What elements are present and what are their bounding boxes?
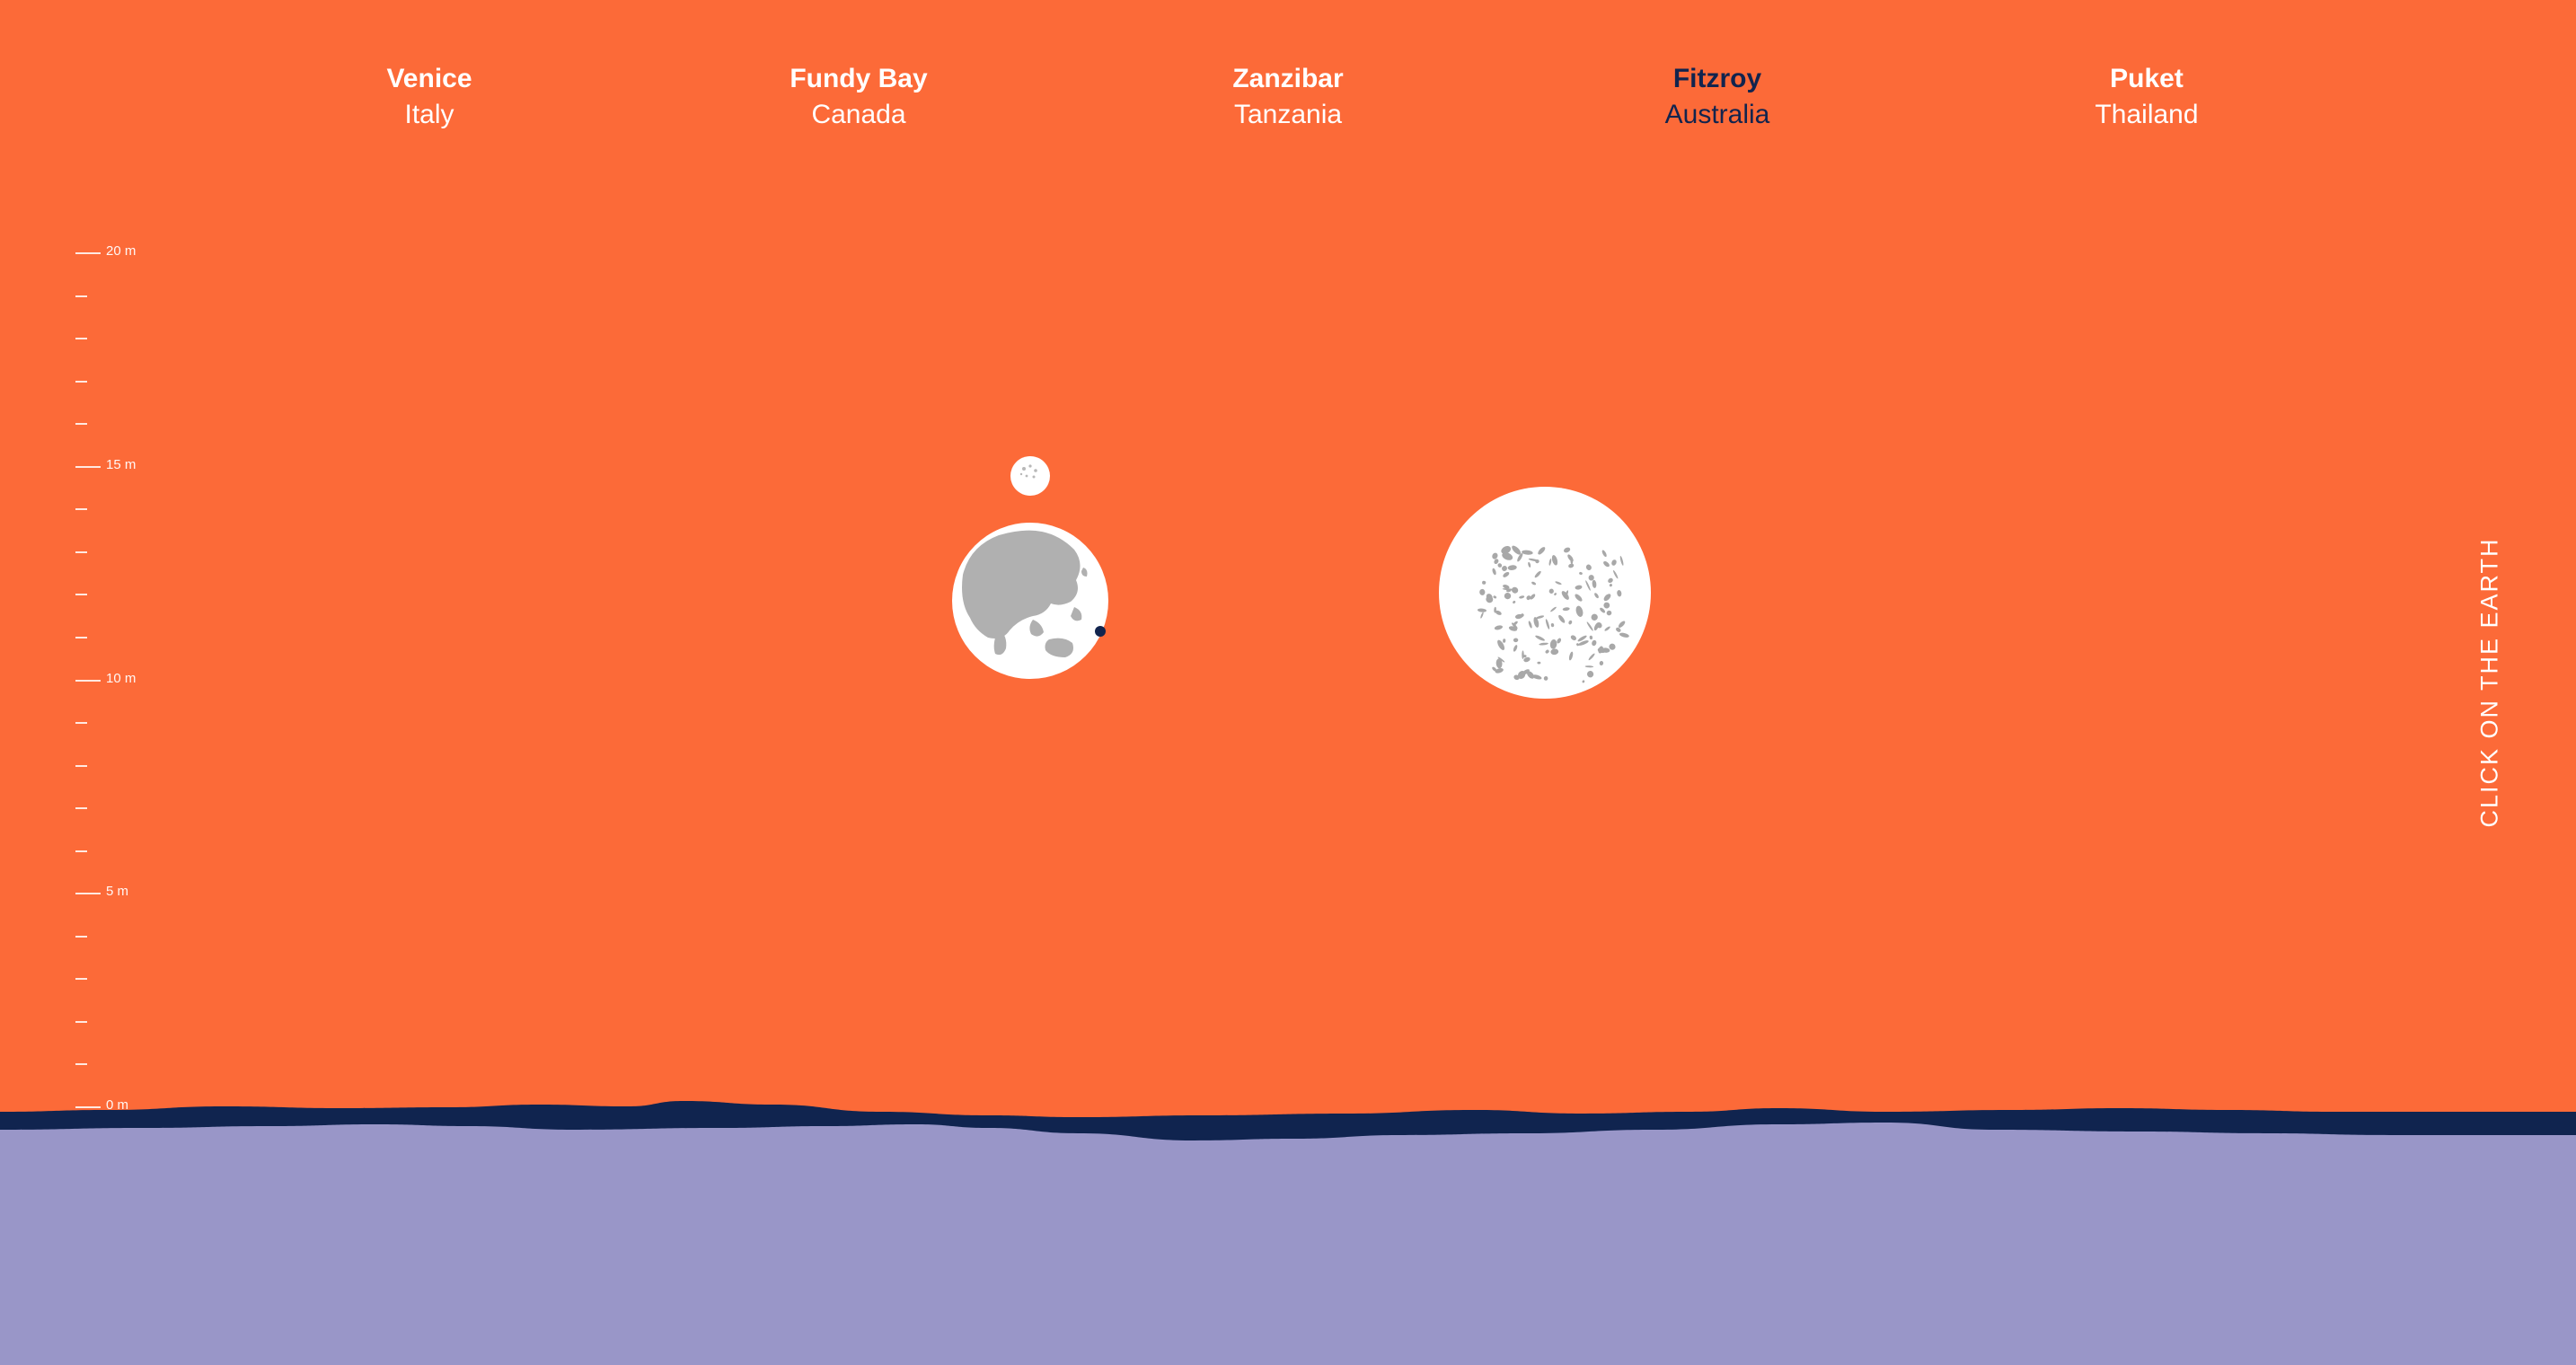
scale-tick [75, 935, 87, 938]
scale-tick [75, 679, 101, 682]
scale-label: 15 m [106, 456, 137, 472]
scene [0, 0, 2576, 1365]
scale-tick [75, 850, 87, 852]
location-tab-puket[interactable]: Puket Thailand [2048, 61, 2245, 133]
scale-tick [75, 550, 87, 553]
scale-tick [75, 978, 87, 981]
scale-tick [75, 594, 87, 596]
location-city: Fundy Bay [790, 64, 928, 93]
scale-tick [75, 380, 87, 383]
scale-tick [75, 252, 101, 254]
location-tab-venice[interactable]: Venice Italy [331, 61, 528, 133]
location-tab-zanzibar[interactable]: Zanzibar Tanzania [1189, 61, 1387, 133]
scale-tick [75, 1063, 87, 1066]
tide-visualization: 20 m 15 m 10 m 5 m 0 m Venice Italy Fundy Ba… [0, 0, 2576, 1365]
scale-tick [75, 893, 101, 895]
location-nav: Venice Italy Fundy Bay Canada Zanzibar T… [0, 61, 2576, 142]
scale-tick [75, 295, 87, 297]
location-city: Puket [2110, 64, 2183, 93]
scale-label: 5 m [106, 884, 129, 900]
location-city: Zanzibar [1232, 64, 1344, 93]
scale-label: 20 m [106, 243, 137, 259]
location-country: Italy [404, 100, 454, 129]
scale-tick [75, 1020, 87, 1023]
height-scale: 20 m 15 m 10 m 5 m 0 m [0, 0, 180, 1167]
small-moon-icon[interactable] [1010, 456, 1050, 496]
scale-tick [75, 722, 87, 725]
location-country: Canada [811, 100, 906, 129]
location-city: Fitzroy [1672, 64, 1762, 93]
location-country: Australia [1664, 100, 1770, 129]
moon-mare [1522, 655, 1527, 658]
scale-tick [75, 764, 87, 767]
location-city: Venice [386, 64, 472, 93]
large-moon-icon[interactable] [1439, 487, 1651, 699]
location-country: Thailand [2095, 100, 2199, 129]
scale-label: 10 m [106, 670, 137, 686]
scale-tick [75, 508, 87, 511]
earth-globe-icon[interactable] [952, 523, 1108, 679]
click-earth-label[interactable]: CLICK ON THE EARTH [2476, 537, 2504, 827]
scale-label: 0 m [106, 1097, 129, 1113]
scale-tick [75, 807, 87, 810]
location-tab-fundy-bay[interactable]: Fundy Bay Canada [760, 61, 957, 133]
location-dot-icon [1095, 626, 1106, 637]
scale-tick [75, 636, 87, 638]
location-tab-fitzroy[interactable]: Fitzroy Australia [1619, 61, 1816, 133]
scale-tick [75, 423, 87, 426]
water-body [0, 1123, 2576, 1365]
moon-mare [1522, 650, 1524, 659]
scale-tick [75, 338, 87, 340]
scale-tick [75, 1106, 101, 1108]
location-country: Tanzania [1233, 100, 1343, 129]
scale-tick [75, 465, 101, 468]
